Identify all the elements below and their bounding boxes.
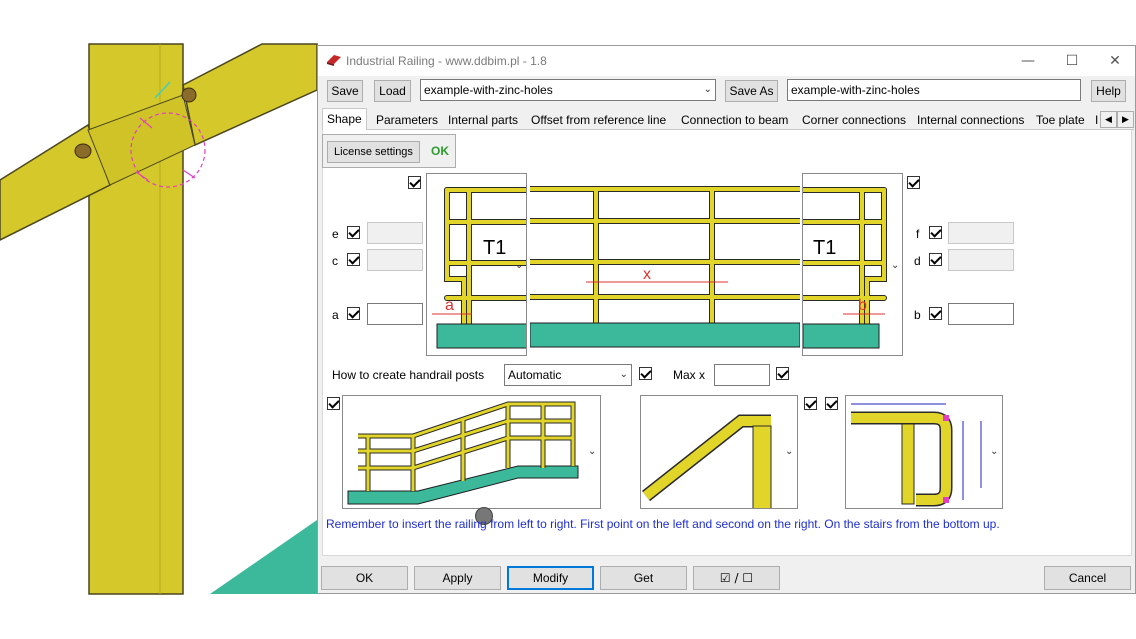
x-dimension-label: x	[643, 266, 651, 283]
label-a: a	[332, 308, 339, 322]
max-x-input[interactable]	[714, 364, 770, 386]
posts-method-value: Automatic	[508, 368, 562, 382]
d-input[interactable]	[948, 249, 1014, 271]
stairs-railing-diagram	[347, 401, 579, 505]
chevron-down-icon: ⌄	[990, 446, 999, 457]
bolt-hole-left	[74, 143, 92, 159]
f-checkbox[interactable]	[929, 226, 942, 239]
floor-plate	[210, 520, 317, 594]
tab-internal-connections[interactable]: Internal connections	[913, 111, 1028, 130]
chevron-down-icon: ⌄	[588, 446, 597, 457]
tab-scroll-right-icon[interactable]: ▶	[1117, 111, 1134, 128]
left-end-diagram: T1 a	[432, 187, 526, 349]
e-input[interactable]	[367, 222, 423, 244]
minimize-button[interactable]: —	[1007, 46, 1049, 76]
label-c: c	[332, 254, 338, 268]
a-dimension-label: a	[445, 297, 454, 314]
toggle-all-button[interactable]: ☑ / ☐	[693, 566, 780, 590]
tab-toe-plate[interactable]: Toe plate	[1032, 111, 1089, 130]
f-input[interactable]	[948, 222, 1014, 244]
tab-internal-parts[interactable]: Internal parts	[444, 111, 522, 130]
insertion-hint: Remember to insert the railing from left…	[326, 517, 1000, 531]
tab-parameters[interactable]: Parameters	[372, 111, 442, 130]
license-group: License settings OK	[322, 134, 456, 168]
label-e: e	[332, 227, 339, 241]
chevron-down-icon: ⌄	[703, 84, 712, 95]
max-x-label: Max x	[673, 368, 706, 382]
tab-scroll-left-icon[interactable]: ◀	[1100, 111, 1117, 128]
e-checkbox[interactable]	[347, 226, 360, 239]
stairs-type-picker[interactable]: ⌄	[342, 395, 601, 509]
preset-value: example-with-zinc-holes	[424, 83, 553, 97]
help-button[interactable]: Help	[1091, 80, 1126, 102]
railing-middle-diagram: x	[530, 186, 800, 348]
bend-checkbox[interactable]	[804, 397, 817, 410]
right-end-diagram: T1 b	[803, 187, 887, 349]
window-title: Industrial Railing - www.ddbim.pl - 1.8	[346, 54, 547, 68]
tab-corner-connections[interactable]: Corner connections	[798, 111, 910, 130]
ok-button[interactable]: OK	[321, 566, 408, 590]
b-checkbox[interactable]	[929, 307, 942, 320]
b-dimension-label: b	[858, 297, 867, 314]
d-checkbox[interactable]	[929, 253, 942, 266]
industrial-railing-dialog: Industrial Railing - www.ddbim.pl - 1.8 …	[317, 45, 1136, 594]
handrail-bend-diagram	[641, 414, 772, 508]
tab-connection-to-beam[interactable]: Connection to beam	[677, 111, 792, 130]
label-d: d	[914, 254, 921, 268]
cancel-button[interactable]: Cancel	[1044, 566, 1131, 590]
save-button[interactable]: Save	[327, 80, 363, 102]
bolt-hole-right	[181, 87, 197, 103]
apply-button[interactable]: Apply	[414, 566, 501, 590]
t1-left-label: T1	[483, 237, 506, 259]
get-button[interactable]: Get	[600, 566, 687, 590]
close-button[interactable]: ✕	[1094, 46, 1136, 76]
preset-select[interactable]: example-with-zinc-holes ⌄	[420, 79, 716, 101]
end-loop-type-picker[interactable]: ⌄	[845, 395, 1003, 509]
license-status: OK	[431, 144, 449, 158]
label-f: f	[916, 227, 920, 241]
posts-method-checkbox[interactable]	[639, 367, 652, 380]
t1-right-label: T1	[813, 237, 836, 259]
label-b: b	[914, 308, 921, 322]
chevron-down-icon: ⌄	[515, 260, 524, 271]
c-checkbox[interactable]	[347, 253, 360, 266]
a-input[interactable]	[367, 303, 423, 325]
max-x-checkbox[interactable]	[776, 367, 789, 380]
app-logo-icon	[327, 55, 341, 66]
modify-button[interactable]: Modify	[507, 566, 594, 590]
posts-label: How to create handrail posts	[332, 368, 485, 382]
left-end-checkbox[interactable]	[408, 176, 421, 189]
screen: Industrial Railing - www.ddbim.pl - 1.8 …	[0, 0, 1136, 639]
a-checkbox[interactable]	[347, 307, 360, 320]
left-end-type-picker[interactable]: T1 a ⌄	[426, 173, 527, 356]
b-input[interactable]	[948, 303, 1014, 325]
c-input[interactable]	[367, 249, 423, 271]
tab-bar: Shape Parameters Internal parts Offset f…	[322, 108, 1134, 131]
chevron-down-icon: ⌄	[619, 369, 628, 380]
save-as-button[interactable]: Save As	[725, 80, 778, 102]
chevron-down-icon: ⌄	[785, 446, 794, 457]
chevron-down-icon: ⌄	[891, 260, 900, 271]
save-as-name-input[interactable]: example-with-zinc-holes	[787, 79, 1081, 101]
license-settings-button[interactable]: License settings	[327, 141, 420, 163]
posts-method-select[interactable]: Automatic ⌄	[504, 364, 632, 386]
end-loop-checkbox[interactable]	[825, 397, 838, 410]
tab-shape[interactable]: Shape	[322, 108, 367, 131]
right-end-checkbox[interactable]	[907, 176, 920, 189]
stairs-checkbox[interactable]	[327, 397, 340, 410]
diagonal-rail-upper	[182, 43, 318, 147]
load-button[interactable]: Load	[374, 80, 411, 102]
right-end-type-picker[interactable]: T1 b ⌄	[802, 173, 903, 356]
bend-type-picker[interactable]: ⌄	[640, 395, 798, 509]
tab-offset-from-reference-line[interactable]: Offset from reference line	[527, 111, 670, 130]
title-bar: Industrial Railing - www.ddbim.pl - 1.8 …	[318, 46, 1135, 76]
maximize-button[interactable]: ☐	[1051, 46, 1093, 76]
handrail-end-loop-diagram	[851, 403, 982, 507]
